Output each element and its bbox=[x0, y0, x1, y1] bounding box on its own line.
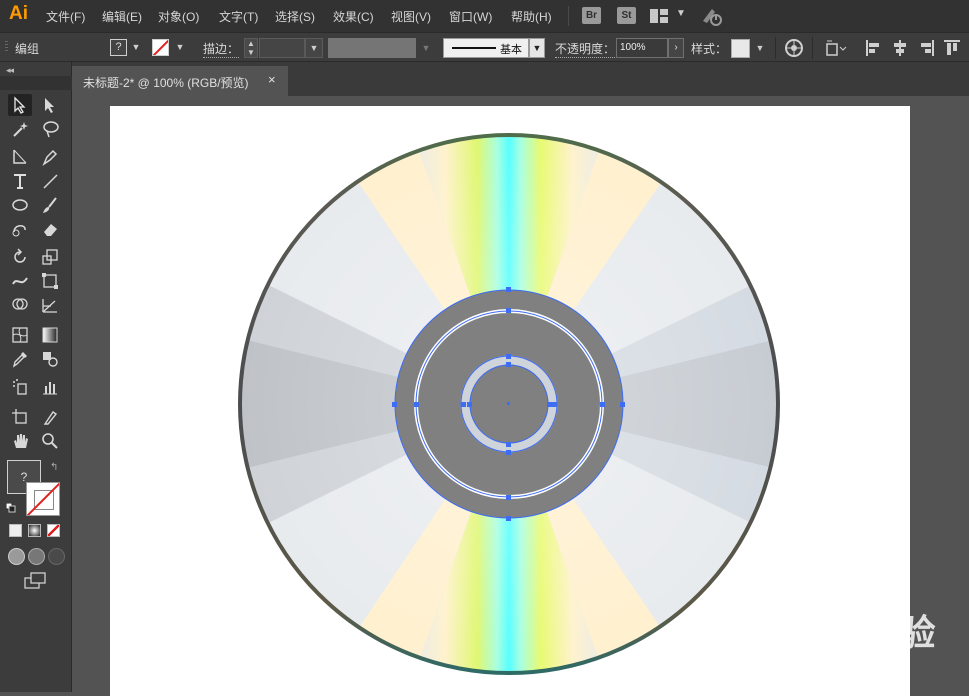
brush-definition[interactable]: 基本 bbox=[443, 38, 529, 58]
gpu-performance-icon[interactable] bbox=[700, 5, 724, 27]
stroke-swatch[interactable] bbox=[152, 39, 169, 56]
chevron-down-icon[interactable]: ▼ bbox=[752, 39, 768, 58]
align-to-icon[interactable] bbox=[824, 38, 847, 58]
shape-builder-tool[interactable] bbox=[8, 294, 32, 316]
draw-behind-icon[interactable] bbox=[28, 548, 45, 565]
blend-tool[interactable] bbox=[38, 348, 62, 370]
graphic-style-swatch[interactable] bbox=[731, 39, 750, 58]
menu-bar: Ai 文件(F) 编辑(E) 对象(O) 文字(T) 选择(S) 效果(C) 视… bbox=[0, 0, 969, 32]
perspective-grid-tool[interactable] bbox=[38, 294, 62, 316]
menu-object[interactable]: 对象(O) bbox=[158, 8, 199, 25]
app-logo: Ai bbox=[9, 3, 28, 24]
width-tool[interactable] bbox=[8, 270, 32, 292]
selection-tool[interactable] bbox=[8, 94, 32, 116]
magic-wand-tool[interactable] bbox=[8, 118, 32, 140]
tools-panel-header[interactable] bbox=[0, 76, 72, 90]
arrange-documents-icon[interactable] bbox=[650, 9, 668, 23]
swap-fill-stroke-icon[interactable]: ↰ bbox=[50, 462, 58, 473]
recolor-artwork-icon[interactable] bbox=[784, 38, 804, 58]
menu-file[interactable]: 文件(F) bbox=[46, 8, 85, 25]
paintbrush-tool[interactable] bbox=[38, 194, 62, 216]
align-top-icon[interactable] bbox=[942, 38, 962, 58]
draw-inside-icon[interactable] bbox=[48, 548, 65, 565]
ellipse-tool[interactable] bbox=[8, 194, 32, 216]
menu-help[interactable]: 帮助(H) bbox=[511, 8, 552, 25]
stroke-label[interactable]: 描边： bbox=[203, 40, 240, 58]
opacity-label[interactable]: 不透明度： bbox=[555, 40, 616, 58]
chevron-down-icon[interactable]: ▼ bbox=[173, 38, 187, 56]
menu-edit[interactable]: 编辑(E) bbox=[102, 8, 142, 25]
chevron-down-icon[interactable]: ▼ bbox=[129, 38, 143, 56]
artboard-tool[interactable] bbox=[8, 406, 32, 428]
pen-tool[interactable] bbox=[38, 146, 62, 168]
bridge-button[interactable]: Br bbox=[582, 7, 601, 24]
document-tab-bar: 未标题-2* @ 100% (RGB/预览) × bbox=[72, 62, 969, 96]
free-transform-tool[interactable] bbox=[38, 270, 62, 292]
menu-view[interactable]: 视图(V) bbox=[391, 8, 431, 25]
menu-window[interactable]: 窗口(W) bbox=[449, 8, 492, 25]
watermark-url: jingyan.baidu.com bbox=[746, 648, 876, 664]
zoom-tool[interactable] bbox=[38, 430, 62, 452]
align-right-icon[interactable] bbox=[916, 38, 936, 58]
brush-dropdown[interactable]: ▼ bbox=[529, 38, 545, 58]
stroke-weight-dropdown[interactable]: ▼ bbox=[305, 38, 323, 58]
document-tab-title: 未标题-2* @ 100% (RGB/预览) bbox=[83, 76, 249, 90]
align-left-icon[interactable] bbox=[864, 38, 884, 58]
close-icon[interactable]: × bbox=[268, 72, 276, 87]
rotate-tool[interactable] bbox=[8, 246, 32, 268]
shaper-tool[interactable] bbox=[8, 218, 32, 240]
lasso-tool[interactable] bbox=[38, 118, 62, 140]
brush-name: 基本 bbox=[500, 44, 522, 56]
chevron-right-icon[interactable]: › bbox=[668, 38, 684, 58]
menu-select[interactable]: 选择(S) bbox=[275, 8, 315, 25]
color-mode-button[interactable] bbox=[9, 524, 22, 537]
align-center-icon[interactable] bbox=[890, 38, 910, 58]
separator bbox=[775, 37, 776, 59]
document-tab[interactable]: 未标题-2* @ 100% (RGB/预览) × bbox=[72, 66, 288, 96]
type-tool[interactable] bbox=[8, 170, 32, 192]
line-segment-tool[interactable] bbox=[38, 170, 62, 192]
none-mode-button[interactable] bbox=[47, 524, 60, 537]
symbol-sprayer-tool[interactable] bbox=[8, 376, 32, 398]
scale-tool[interactable] bbox=[38, 246, 62, 268]
fill-swatch[interactable]: ? bbox=[110, 39, 127, 56]
column-graph-tool[interactable] bbox=[38, 376, 62, 398]
tools-panel: ◂◂ ? ↰ bbox=[0, 62, 72, 692]
chevron-down-icon[interactable]: ▼ bbox=[418, 38, 434, 58]
panel-grip[interactable] bbox=[5, 41, 8, 53]
hand-tool[interactable] bbox=[8, 430, 32, 452]
stock-button[interactable]: St bbox=[617, 7, 636, 24]
default-fill-stroke-icon[interactable] bbox=[5, 502, 16, 513]
control-bar: 编组 ? ▼ ▼ 描边： ▲ ▼ ▼ ▼ 基本 ▼ 不透明度： 100% › 样式… bbox=[0, 32, 969, 62]
baidu-watermark: Baidu经验 jingyan.baidu.com bbox=[742, 588, 969, 678]
separator bbox=[812, 37, 813, 59]
screen-mode-icon[interactable] bbox=[24, 572, 48, 590]
pen-anchor-tool[interactable] bbox=[8, 146, 32, 168]
brush-stroke-preview bbox=[452, 47, 496, 49]
menu-type[interactable]: 文字(T) bbox=[219, 8, 258, 25]
stroke-weight-input[interactable] bbox=[259, 38, 305, 58]
menu-effect[interactable]: 效果(C) bbox=[333, 8, 374, 25]
menu-separator bbox=[568, 6, 569, 26]
variable-width-profile[interactable] bbox=[328, 38, 416, 58]
mesh-tool[interactable] bbox=[8, 324, 32, 346]
stroke-weight-spinner[interactable]: ▲ ▼ bbox=[244, 38, 258, 58]
opacity-input[interactable]: 100% bbox=[616, 38, 668, 58]
eyedropper-tool[interactable] bbox=[8, 348, 32, 370]
selection-type-label: 编组 bbox=[15, 42, 40, 56]
chevron-down-icon[interactable]: ▼ bbox=[676, 8, 686, 19]
eraser-tool[interactable] bbox=[38, 218, 62, 240]
style-label: 样式： bbox=[691, 42, 728, 56]
collapse-panel-icon[interactable]: ◂◂ bbox=[6, 65, 14, 76]
gradient-mode-button[interactable] bbox=[28, 524, 41, 537]
direct-selection-tool[interactable] bbox=[38, 94, 62, 116]
slice-tool[interactable] bbox=[38, 406, 62, 428]
gradient-tool[interactable] bbox=[38, 324, 62, 346]
draw-normal-icon[interactable] bbox=[8, 548, 25, 565]
stroke-color-swatch[interactable] bbox=[26, 482, 60, 516]
